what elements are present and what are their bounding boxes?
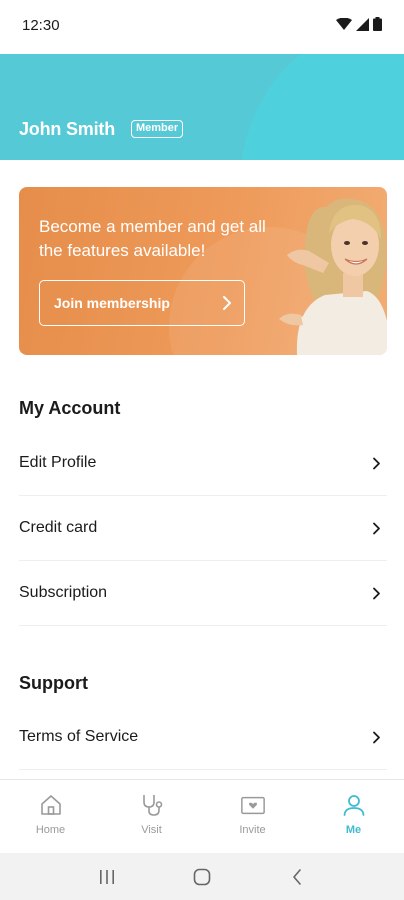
chevron-right-icon <box>369 586 383 600</box>
chevron-right-icon <box>369 456 383 470</box>
chevron-right-icon <box>223 296 231 310</box>
home-icon <box>38 792 64 818</box>
join-membership-label: Join membership <box>54 295 170 311</box>
menu-item-credit-card[interactable]: Credit card <box>19 496 387 561</box>
menu-item-label: Credit card <box>19 519 98 536</box>
chevron-right-icon <box>369 730 383 744</box>
status-time: 12:30 <box>22 17 60 34</box>
menu-item-label: Edit Profile <box>19 454 97 471</box>
header-decoration <box>240 54 404 160</box>
system-navigation-bar <box>0 853 404 900</box>
battery-icon <box>373 17 382 31</box>
profile-header: John Smith Member <box>0 54 404 160</box>
home-circle-icon <box>193 868 211 885</box>
join-membership-button[interactable]: Join membership <box>39 280 245 326</box>
nav-item-visit[interactable]: Visit <box>101 780 202 853</box>
status-bar: 12:30 <box>0 0 404 54</box>
menu-item-subscription[interactable]: Subscription <box>19 561 387 626</box>
menu-item-terms-of-service[interactable]: Terms of Service <box>19 705 387 770</box>
woman-pointing-image <box>279 198 387 355</box>
recent-apps-button[interactable] <box>87 862 127 892</box>
banner-text: Become a member and get all the features… <box>39 217 266 260</box>
menu-item-label: Terms of Service <box>19 728 139 745</box>
nav-label: Invite <box>239 824 266 836</box>
menu-item-label: Subscription <box>19 584 108 601</box>
user-name: John Smith <box>19 119 115 139</box>
status-icons <box>336 17 382 31</box>
person-icon <box>341 792 367 818</box>
bottom-navigation: Home Visit Invite Me <box>0 779 404 853</box>
back-button[interactable] <box>277 862 317 892</box>
signal-icon <box>356 17 369 31</box>
nav-label: Me <box>345 824 362 836</box>
stethoscope-icon <box>139 792 165 818</box>
invite-card-icon <box>240 792 266 818</box>
home-system-button[interactable] <box>182 862 222 892</box>
nav-label: Visit <box>141 824 162 836</box>
member-badge: Member <box>131 120 184 138</box>
my-account-title: My Account <box>19 398 121 418</box>
membership-banner: Become a member and get all the features… <box>19 187 387 355</box>
menu-item-edit-profile[interactable]: Edit Profile <box>19 431 387 496</box>
support-title: Support <box>19 673 88 693</box>
nav-label: Home <box>35 824 66 836</box>
nav-item-home[interactable]: Home <box>0 780 101 853</box>
wifi-icon <box>336 17 352 30</box>
back-icon <box>292 868 301 885</box>
nav-item-me[interactable]: Me <box>303 780 404 853</box>
chevron-right-icon <box>369 521 383 535</box>
nav-item-invite[interactable]: Invite <box>202 780 303 853</box>
recent-apps-icon <box>100 869 115 884</box>
